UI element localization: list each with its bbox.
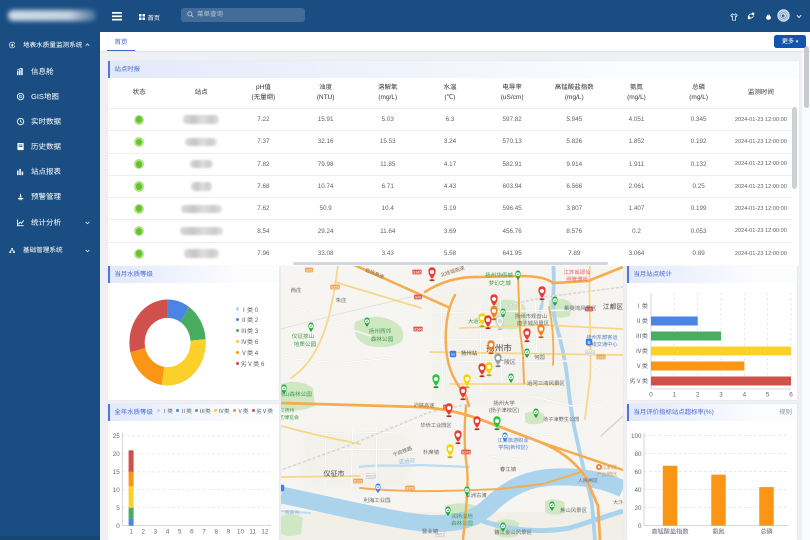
svg-text:扬子津野生公园: 扬子津野生公园 [543, 416, 579, 423]
svg-text:20: 20 [113, 451, 121, 458]
svg-text:7: 7 [202, 529, 206, 536]
svg-text:0: 0 [649, 392, 653, 399]
svg-text:6: 6 [789, 392, 793, 399]
svg-text:仪扬州: 仪扬州 [281, 407, 295, 414]
svg-text:8: 8 [214, 529, 218, 536]
svg-text:0: 0 [116, 523, 120, 530]
svg-text:2: 2 [142, 529, 146, 536]
svg-text:艺博览会: 艺博览会 [281, 414, 299, 421]
svg-text:25: 25 [113, 433, 121, 440]
svg-text:学院(新校区): 学院(新校区) [498, 444, 528, 451]
svg-text:启扬高速: 启扬高速 [364, 267, 385, 281]
svg-text:江苏省邵仙: 江苏省邵仙 [564, 269, 591, 276]
svg-text:G: G [19, 94, 23, 99]
svg-text:营业镇: 营业镇 [422, 528, 439, 535]
svg-text:X202: X202 [367, 474, 376, 478]
svg-text:1: 1 [673, 392, 677, 399]
svg-text:X202: X202 [586, 351, 595, 355]
svg-text:15: 15 [113, 469, 121, 476]
svg-text:总磷: 总磷 [760, 528, 772, 536]
svg-text:焦山风景区: 焦山风景区 [560, 507, 588, 514]
svg-text:3: 3 [719, 392, 723, 399]
svg-text:(扬子津校区): (扬子津校区) [489, 407, 520, 414]
svg-text:100: 100 [631, 433, 642, 440]
svg-text:沪陕高速: 沪陕高速 [414, 402, 435, 410]
svg-text:劣Ⅴ类: 劣Ⅴ类 [629, 377, 648, 385]
svg-text:铜山森林公园: 铜山森林公园 [281, 391, 312, 398]
svg-text:地质公园: 地质公园 [294, 341, 317, 348]
svg-text:Ⅲ类: Ⅲ类 [636, 332, 648, 340]
svg-text:扬州站: 扬州站 [461, 350, 478, 357]
svg-text:利海工业园: 利海工业园 [364, 497, 391, 504]
svg-text:4: 4 [743, 392, 747, 399]
svg-text:梦幻之城: 梦幻之城 [489, 280, 512, 287]
svg-text:西庄: 西庄 [291, 287, 302, 294]
svg-text:G346: G346 [413, 327, 422, 331]
svg-text:5: 5 [116, 505, 120, 512]
svg-text:S243: S243 [462, 450, 471, 454]
svg-text:1: 1 [129, 529, 133, 536]
svg-text:扬州华侨城: 扬州华侨城 [485, 272, 513, 279]
svg-text:高锰酸盐指数: 高锰酸盐指数 [651, 528, 689, 536]
svg-text:11: 11 [249, 529, 256, 536]
svg-text:Ⅳ类: Ⅳ类 [636, 347, 648, 355]
svg-text:镇江金山风景区: 镇江金山风景区 [494, 529, 532, 536]
svg-text:仪征市: 仪征市 [324, 470, 345, 478]
svg-text:扬州市观音山: 扬州市观音山 [515, 313, 547, 320]
svg-text:朱庄: 朱庄 [336, 297, 347, 304]
svg-text:仪征捺山: 仪征捺山 [292, 333, 314, 340]
svg-text:B: B [587, 340, 590, 345]
svg-text:4: 4 [166, 529, 170, 536]
svg-text:20: 20 [634, 505, 642, 512]
svg-text:吉运河: 吉运河 [399, 457, 416, 465]
svg-text:何园: 何园 [534, 354, 545, 361]
svg-text:10: 10 [113, 487, 121, 494]
svg-text:5: 5 [766, 392, 770, 399]
svg-text:S125: S125 [354, 479, 363, 483]
svg-text:S35: S35 [306, 268, 313, 272]
svg-text:80: 80 [634, 451, 642, 458]
svg-text:大汴: 大汴 [613, 499, 623, 506]
svg-text:0: 0 [638, 523, 642, 530]
svg-text:S356: S356 [406, 486, 415, 490]
svg-text:S49: S49 [415, 295, 422, 299]
svg-text:华侨工业园区: 华侨工业园区 [420, 422, 451, 429]
svg-text:唐子城风景区: 唐子城风景区 [517, 320, 550, 327]
svg-text:Ⅰ类: Ⅰ类 [636, 302, 648, 310]
svg-text:森林公园: 森林公园 [451, 520, 473, 527]
svg-text:人民闸区: 人民闸区 [578, 477, 598, 484]
svg-text:3: 3 [154, 529, 158, 536]
svg-text:12: 12 [261, 529, 269, 536]
svg-text:9: 9 [227, 529, 231, 536]
svg-text:10: 10 [237, 529, 245, 536]
svg-text:闸管理所: 闸管理所 [566, 276, 588, 283]
svg-text:润扬湿地: 润扬湿地 [451, 513, 473, 520]
svg-text:G345: G345 [412, 270, 421, 274]
svg-text:朴席镇: 朴席镇 [423, 449, 440, 456]
svg-text:江苏旅游职业: 江苏旅游职业 [497, 437, 528, 444]
svg-text:G233: G233 [596, 355, 605, 359]
svg-text:6: 6 [190, 529, 194, 536]
svg-text:氨氮: 氨氮 [712, 528, 724, 536]
svg-text:江都区: 江都区 [603, 303, 623, 311]
svg-text:扬州大学: 扬州大学 [493, 400, 515, 407]
svg-text:H: H [451, 352, 454, 357]
svg-text:胥家沟: 胥家沟 [285, 509, 300, 516]
svg-text:S353: S353 [331, 285, 340, 289]
svg-text:运河三湾风景区: 运河三湾风景区 [527, 380, 565, 387]
svg-text:Ⅴ类: Ⅴ类 [636, 362, 648, 370]
svg-text:2: 2 [696, 392, 700, 399]
svg-text:春江镇: 春江镇 [500, 466, 517, 473]
svg-text:60: 60 [634, 469, 642, 476]
svg-text:40: 40 [634, 487, 642, 494]
svg-text:产业园区: 产业园区 [597, 471, 618, 478]
svg-text:茱萸湾风景区: 茱萸湾风景区 [564, 305, 597, 312]
svg-text:森林公园: 森林公园 [371, 336, 394, 343]
svg-text:5: 5 [178, 529, 182, 536]
svg-text:Ⅱ类: Ⅱ类 [636, 317, 648, 325]
svg-text:扬州西郊: 扬州西郊 [369, 328, 392, 335]
